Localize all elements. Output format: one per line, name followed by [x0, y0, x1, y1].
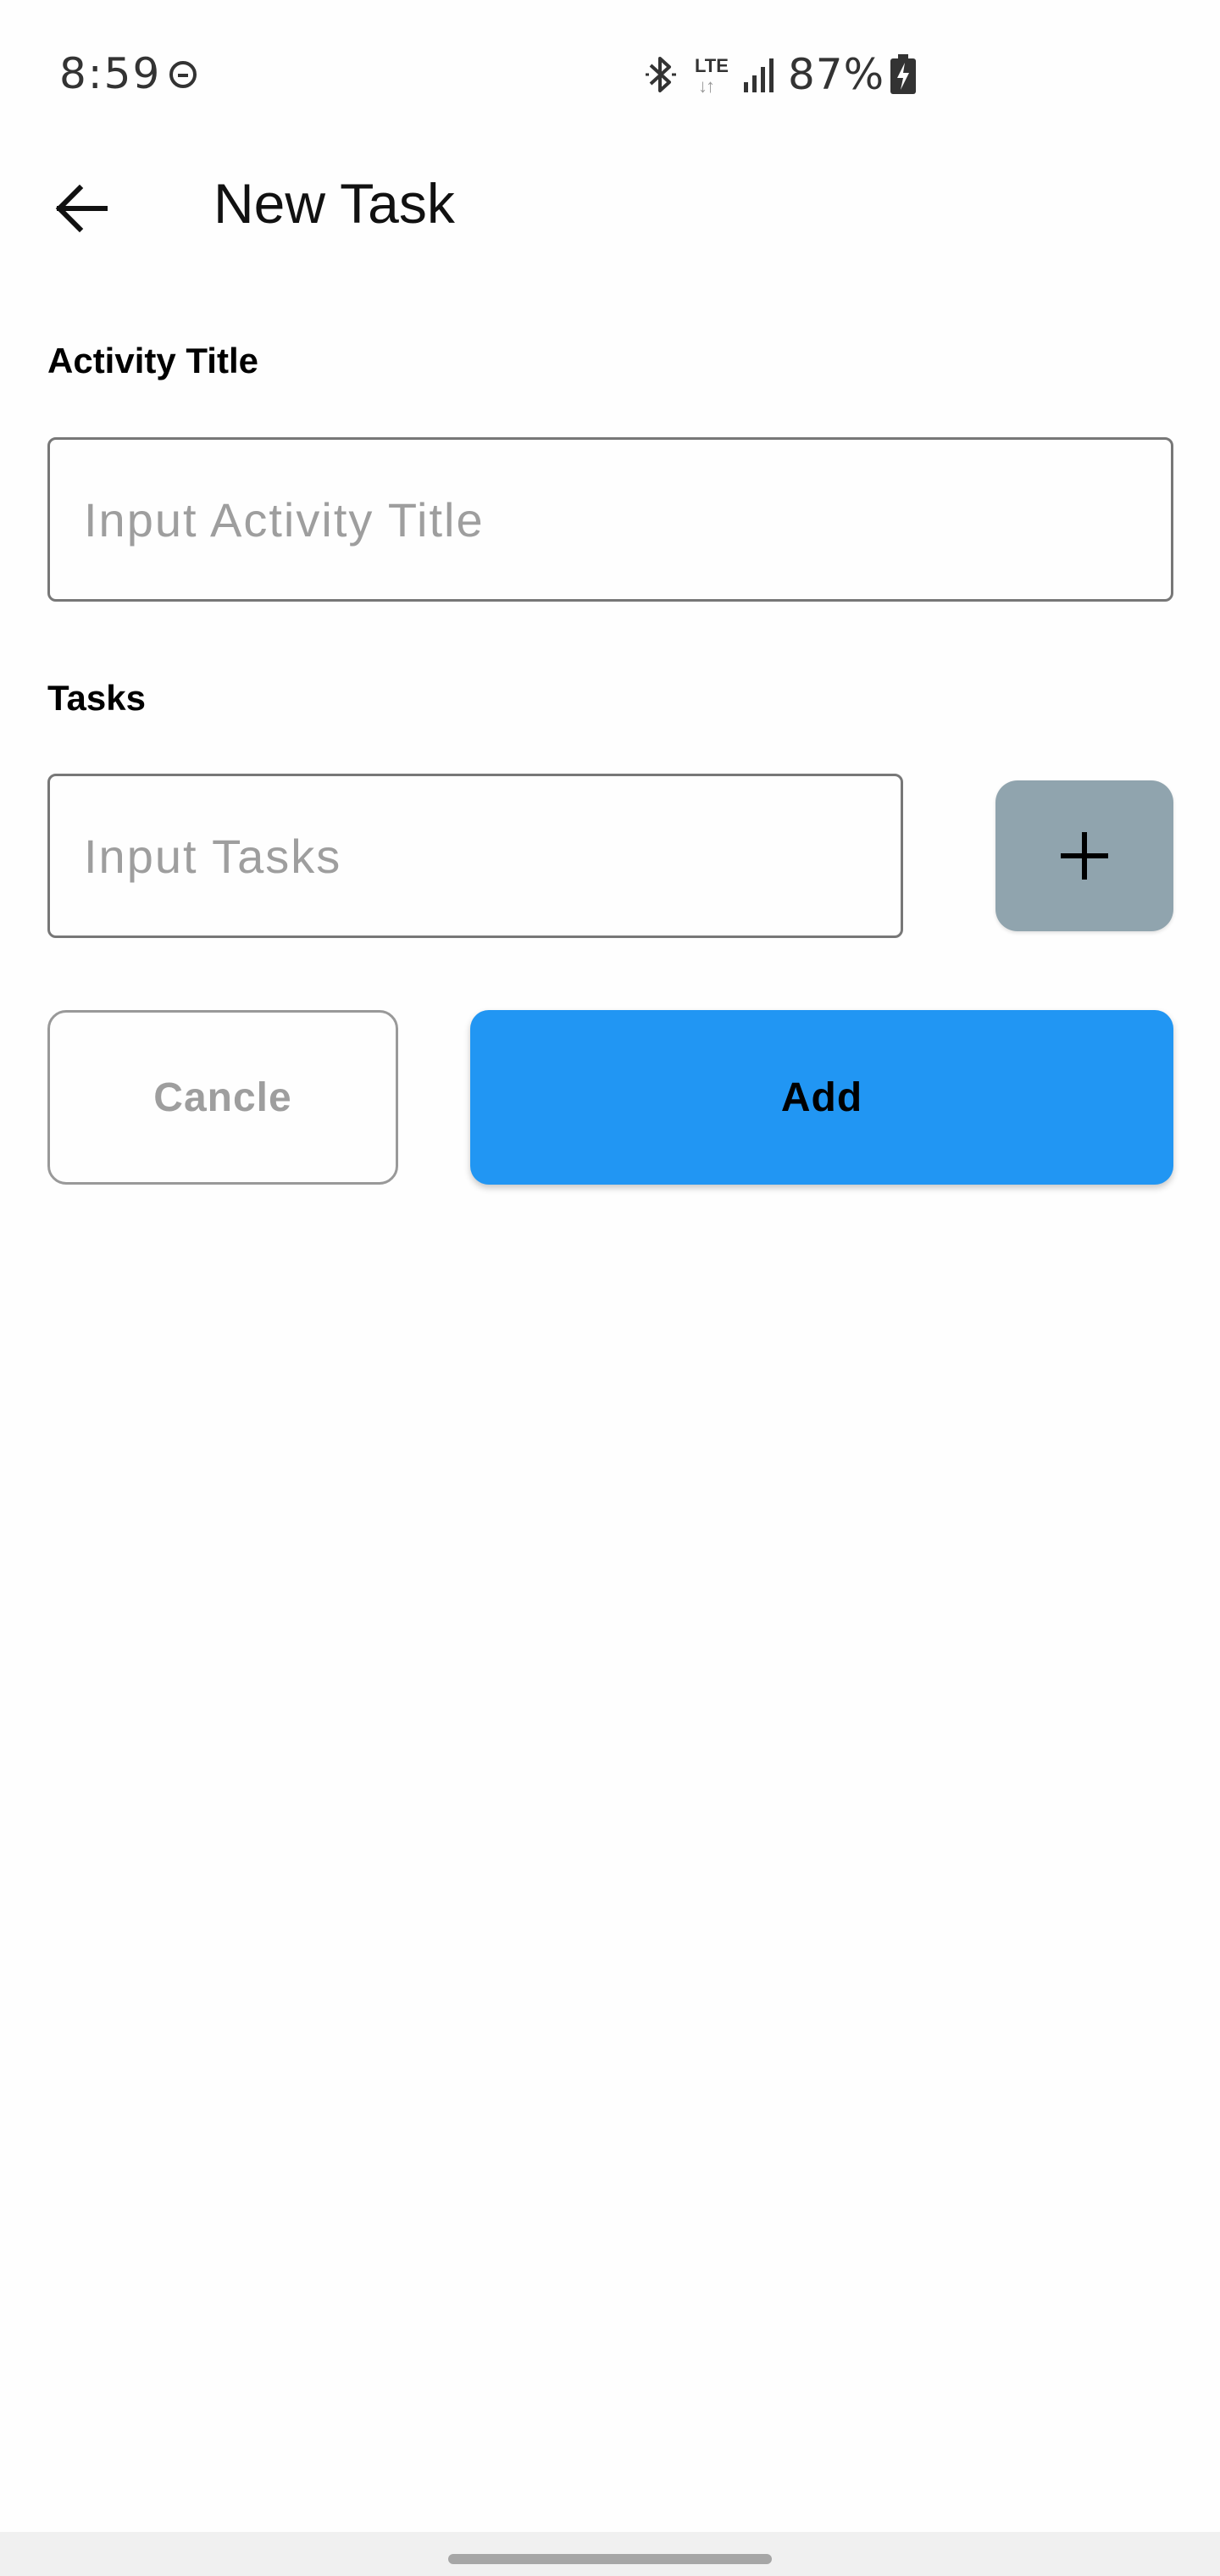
tasks-input[interactable]: [47, 774, 903, 938]
back-button[interactable]: [47, 175, 115, 242]
activity-title-input[interactable]: [47, 437, 1173, 602]
status-bar: 8:59 LTE ↓↑ 87%: [0, 0, 1220, 149]
battery-charging-icon: [890, 54, 917, 94]
battery-percent: 87%: [788, 50, 885, 99]
tasks-label: Tasks: [47, 678, 146, 718]
add-button[interactable]: Add: [470, 1010, 1173, 1185]
home-handle[interactable]: [448, 2554, 772, 2564]
app-bar: New Task: [0, 149, 1220, 259]
add-button-label: Add: [780, 1074, 863, 1120]
signal-icon: [744, 58, 774, 92]
add-task-button[interactable]: [995, 780, 1173, 931]
new-task-screen: 8:59 LTE ↓↑ 87% New Task Activity Title …: [0, 0, 1220, 2576]
plus-icon: [1061, 832, 1108, 880]
lte-icon: LTE ↓↑: [695, 52, 734, 97]
cancel-button[interactable]: Cancle: [47, 1010, 398, 1185]
navigation-bar: [0, 2532, 1220, 2576]
arrow-left-icon: [55, 184, 108, 233]
status-indicators: LTE ↓↑ 87%: [644, 49, 917, 100]
activity-title-label: Activity Title: [47, 341, 258, 380]
network-type: LTE: [695, 55, 729, 76]
status-time: 8:59: [59, 49, 162, 98]
bluetooth-icon: [646, 57, 676, 92]
network-arrows: ↓↑: [698, 75, 715, 97]
page-title: New Task: [214, 172, 455, 235]
do-not-disturb-icon: [169, 61, 197, 88]
cancel-button-label: Cancle: [153, 1074, 292, 1120]
